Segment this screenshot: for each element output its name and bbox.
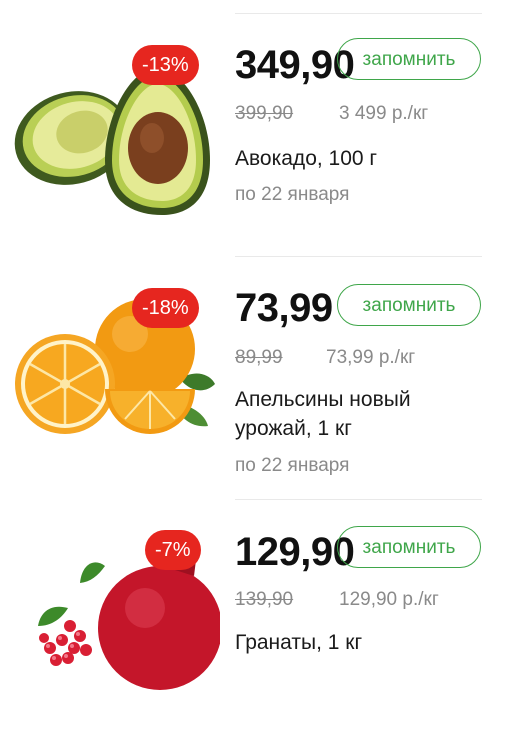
valid-until: по 22 января bbox=[235, 184, 350, 205]
card-divider bbox=[235, 499, 482, 500]
product-name[interactable]: Апельсины новый урожай, 1 кг bbox=[235, 385, 475, 443]
product-card-pomegranate[interactable]: -7% 129,90 запомнить 139,90 129,90 р./кг… bbox=[0, 508, 505, 748]
product-name[interactable]: Гранаты, 1 кг bbox=[235, 628, 475, 657]
remember-button[interactable]: запомнить bbox=[337, 526, 481, 568]
card-divider bbox=[235, 256, 482, 257]
product-price: 73,99 bbox=[235, 286, 333, 330]
product-name[interactable]: Авокадо, 100 г bbox=[235, 144, 475, 173]
unit-price: 129,90 р./кг bbox=[339, 589, 439, 610]
old-price: 89,99 bbox=[235, 347, 283, 368]
product-price: 129,90 bbox=[235, 530, 355, 574]
discount-badge: -13% bbox=[132, 45, 199, 85]
valid-until: по 22 января bbox=[235, 455, 350, 476]
discount-badge: -7% bbox=[145, 530, 201, 570]
old-price: 139,90 bbox=[235, 589, 294, 610]
old-price: 399,90 bbox=[235, 103, 294, 124]
remember-button[interactable]: запомнить bbox=[337, 284, 481, 326]
discount-badge: -18% bbox=[132, 288, 199, 328]
product-card-avocado[interactable]: -13% 349,90 запомнить 399,90 3 499 р./кг… bbox=[0, 20, 505, 260]
product-price: 349,90 bbox=[235, 43, 355, 87]
product-card-oranges[interactable]: -18% 73,99 запомнить 89,99 73,99 р./кг А… bbox=[0, 264, 505, 504]
card-divider bbox=[235, 13, 482, 14]
remember-button[interactable]: запомнить bbox=[337, 38, 481, 80]
unit-price: 73,99 р./кг bbox=[326, 347, 416, 368]
unit-price: 3 499 р./кг bbox=[339, 103, 429, 124]
